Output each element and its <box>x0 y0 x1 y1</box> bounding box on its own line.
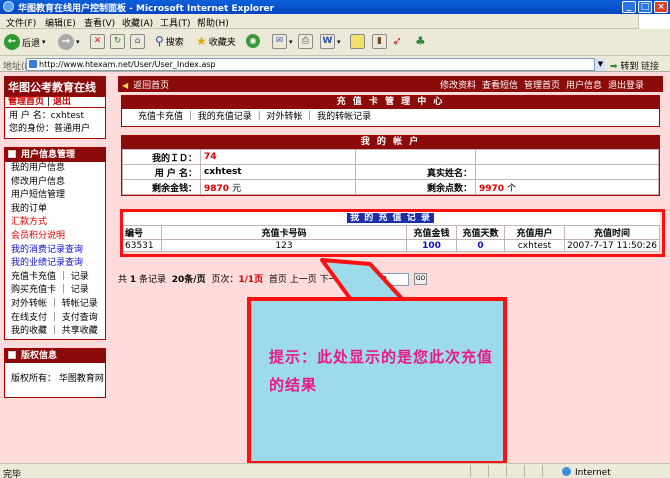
go-button[interactable]: ➡ 转到 <box>610 59 638 72</box>
status-done: 完毕 <box>3 470 22 478</box>
refresh-button[interactable]: ↻ <box>110 34 125 49</box>
book-icon: ▮ <box>372 34 387 49</box>
chevron-down-icon: ▾ <box>76 38 80 46</box>
star-icon: ★ <box>196 34 207 48</box>
forward-arrow-icon: → <box>58 34 74 50</box>
home-button[interactable]: ⌂ <box>130 34 145 49</box>
word-icon: W <box>320 34 335 49</box>
chevron-down-icon: ▾ <box>42 38 46 46</box>
stop-icon: ✕ <box>90 34 105 49</box>
status-cells <box>470 465 560 477</box>
media-button[interactable]: ◉ <box>246 34 260 48</box>
media-icon: ◉ <box>246 34 260 48</box>
discuss-button[interactable] <box>350 34 365 49</box>
forward-button[interactable]: → ▾ <box>58 34 80 50</box>
menu-view[interactable]: 查看(V) <box>84 16 115 29</box>
chevron-down-icon: ▾ <box>337 37 341 46</box>
menu-help[interactable]: 帮助(H) <box>197 16 229 29</box>
flashget-icon: ➶ <box>392 34 403 48</box>
menu-tools[interactable]: 工具(T) <box>160 16 191 29</box>
home-icon: ⌂ <box>130 34 145 49</box>
back-arrow-icon: ← <box>4 34 20 50</box>
status-bar: 完毕 Internet <box>0 463 670 478</box>
title-bar: 华图教育在线用户控制面板 - Microsoft Internet Explor… <box>0 0 670 14</box>
window-title: 华图教育在线用户控制面板 - Microsoft Internet Explor… <box>18 4 275 14</box>
menu-edit[interactable]: 编辑(E) <box>45 16 76 29</box>
go-label: 转到 <box>620 62 639 72</box>
favorites-button[interactable]: ★ 收藏夹 <box>196 34 236 48</box>
chevron-down-icon: ▾ <box>289 37 293 46</box>
address-bar: 地址(D) http://www.htexam.net/User/User_In… <box>0 56 670 72</box>
page-content: 华图公考教育在线 管理首页 | 退出 用 户 名：cxhtest 您的身份：普通… <box>0 72 670 463</box>
messenger-icon: ♣ <box>415 34 426 48</box>
minimize-icon[interactable]: _ <box>622 1 636 13</box>
print-button[interactable]: ⎙ <box>298 34 313 49</box>
address-url: http://www.htexam.net/User/User_Index.as… <box>39 60 216 69</box>
mail-icon: ✉ <box>272 34 287 49</box>
chevron-down-icon[interactable]: ▼ <box>594 58 606 71</box>
tip-text: 提示：此处显示的是您此次充值的结果 <box>269 348 494 394</box>
ie-icon <box>3 1 14 12</box>
menu-favorites[interactable]: 收藏(A) <box>122 16 153 29</box>
edit-button[interactable]: W ▾ <box>320 34 341 49</box>
favorites-label: 收藏夹 <box>208 37 236 48</box>
close-icon[interactable]: × <box>654 1 668 13</box>
note-icon <box>350 34 365 49</box>
back-label: 后退 <box>22 38 41 49</box>
window-controls: _ □ × <box>622 1 668 13</box>
search-button[interactable]: ⚲ 搜索 <box>155 34 184 48</box>
address-input[interactable]: http://www.htexam.net/User/User_Index.as… <box>26 58 606 71</box>
research-button[interactable]: ▮ <box>372 34 387 49</box>
stop-button[interactable]: ✕ <box>90 34 105 49</box>
maximize-icon[interactable]: □ <box>638 1 652 13</box>
back-button[interactable]: ← 后退 ▾ <box>4 34 46 50</box>
status-zone: Internet <box>562 467 611 478</box>
search-icon: ⚲ <box>155 34 164 48</box>
menu-file[interactable]: 文件(F) <box>6 16 36 29</box>
menu-bar: 文件(F) 编辑(E) 查看(V) 收藏(A) 工具(T) 帮助(H) <box>0 14 670 29</box>
tip-callout: 提示：此处显示的是您此次充值的结果 <box>247 297 507 463</box>
messenger-button[interactable]: ♣ <box>415 34 426 48</box>
refresh-icon: ↻ <box>110 34 125 49</box>
go-arrow-icon: ➡ <box>610 62 618 72</box>
search-label: 搜索 <box>165 37 184 48</box>
toolbar: ← 后退 ▾ → ▾ ✕ ↻ ⌂ ⚲ 搜索 ★ 收藏夹 ◉ ✉ ▾ ⎙ W ▾ … <box>0 29 670 56</box>
links-button[interactable]: 链接 <box>641 59 659 72</box>
mail-button[interactable]: ✉ ▾ <box>272 34 293 49</box>
flashget-button[interactable]: ➶ <box>392 34 402 48</box>
print-icon: ⎙ <box>298 34 313 49</box>
windows-logo-icon <box>638 14 670 29</box>
